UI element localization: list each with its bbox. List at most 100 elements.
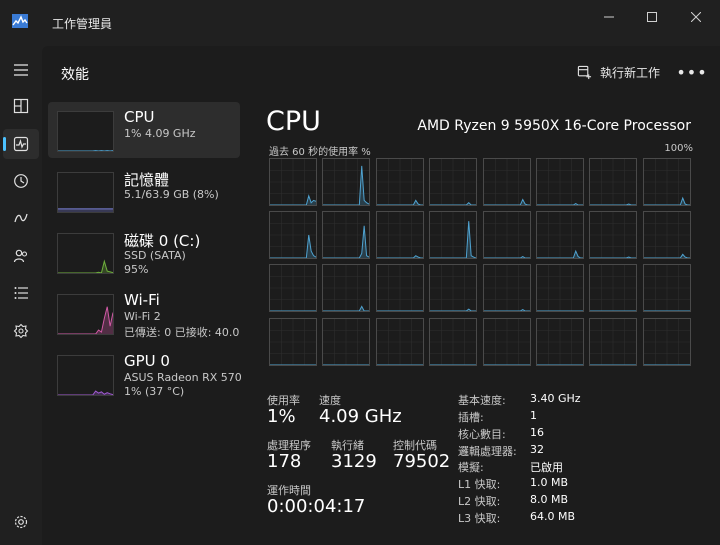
utilization-value: 1% [267, 406, 296, 427]
logical-processor-graph [269, 211, 317, 260]
logical-processor-graph [642, 158, 691, 206]
core-usage-chart [483, 265, 530, 312]
core-usage-chart [590, 265, 637, 312]
cpu-model-name: AMD Ryzen 9 5950X 16-Core Processor [417, 118, 691, 134]
core-usage-chart [430, 265, 477, 312]
resource-thumbnail-cpu [57, 111, 114, 152]
logical-processor-graph [375, 264, 424, 313]
logical-processor-graphs [269, 158, 695, 368]
resource-name: 磁碟 0 (C:) [124, 232, 201, 250]
core-usage-chart [270, 265, 316, 312]
close-icon[interactable] [674, 6, 718, 28]
resource-detail: ASUS Radeon RX 570 ... [124, 371, 242, 384]
resource-name: CPU [124, 108, 155, 126]
core-usage-chart [376, 159, 423, 205]
logical-processor-graph [322, 317, 371, 366]
graph-max-label: 100% [664, 143, 693, 154]
uptime-value: 0:00:04:17 [267, 496, 366, 517]
resource-item-cpu[interactable]: CPU 1% 4.09 GHz [48, 102, 240, 158]
logical-processors-value: 32 [530, 443, 544, 456]
speed-value: 4.09 GHz [319, 406, 402, 427]
processes-icon[interactable] [3, 91, 39, 121]
core-usage-chart [537, 318, 583, 365]
startup-icon[interactable] [3, 203, 39, 233]
core-usage-chart [323, 159, 370, 205]
cores-value: 16 [530, 426, 544, 439]
logical-processors-key: 邏輯處理器: [458, 445, 517, 458]
logical-processor-graph [375, 158, 424, 206]
core-usage-chart [643, 212, 690, 259]
core-usage-chart [430, 212, 477, 259]
usage-line [58, 390, 113, 395]
core-usage-chart [376, 212, 423, 259]
logical-processor-graph [269, 317, 317, 366]
logical-processor-graph [589, 211, 638, 260]
resource-detail-2: 1% (37 °C) [124, 385, 185, 398]
logical-processor-graph [482, 264, 531, 313]
logical-processor-graph [642, 317, 691, 366]
sockets-key: 插槽: [458, 411, 484, 424]
base-speed-value: 3.40 GHz [530, 392, 581, 405]
logical-processor-graph [536, 264, 584, 313]
title-bar: 工作管理員 [0, 0, 720, 46]
resource-item-disk[interactable]: 磁碟 0 (C:) SSD (SATA) 95% [48, 224, 240, 280]
settings-icon[interactable] [3, 507, 39, 537]
core-usage-chart [537, 265, 583, 312]
logical-processor-graph [375, 211, 424, 260]
core-usage-chart [483, 212, 530, 259]
logical-processor-graph [482, 317, 531, 366]
resource-name: GPU 0 [124, 352, 170, 370]
performance-icon[interactable] [3, 129, 39, 159]
app-history-icon[interactable] [3, 166, 39, 196]
handles-value: 79502 [393, 451, 451, 472]
logical-processor-graph [589, 264, 638, 313]
minimize-icon[interactable] [587, 6, 631, 28]
cpu-heading: CPU [266, 106, 321, 137]
core-usage-chart [376, 265, 423, 312]
more-options-button[interactable]: ••• [676, 61, 706, 83]
logical-processor-graph [429, 158, 478, 206]
logical-processor-graph [429, 264, 478, 313]
core-usage-chart [590, 318, 637, 365]
resource-item-gpu[interactable]: GPU 0 ASUS Radeon RX 570 ... 1% (37 °C) [48, 346, 242, 402]
core-usage-chart [643, 159, 690, 205]
core-usage-chart [483, 159, 530, 205]
threads-value: 3129 [331, 451, 377, 472]
core-usage-chart [323, 265, 370, 312]
users-icon[interactable] [3, 241, 39, 271]
l2-cache-key: L2 快取: [458, 495, 501, 508]
maximize-icon[interactable] [630, 6, 674, 28]
l1-cache-value: 1.0 MB [530, 476, 569, 489]
resource-item-memory[interactable]: 記憶體 5.1/63.9 GB (8%) [48, 163, 240, 219]
resource-detail-2: 已傳送: 0 已接收: 40.0 K [124, 326, 242, 339]
resource-detail: 5.1/63.9 GB (8%) [124, 188, 219, 201]
logical-processor-graph [269, 158, 317, 206]
page-title: 效能 [61, 67, 89, 83]
core-usage-chart [590, 159, 637, 205]
resource-thumbnail-memory [57, 172, 114, 213]
core-usage-chart [270, 159, 316, 205]
resource-item-wifi[interactable]: Wi-Fi Wi-Fi 2 已傳送: 0 已接收: 40.0 K [48, 285, 242, 341]
core-usage-chart [643, 318, 690, 365]
logical-processor-graph [536, 317, 584, 366]
run-new-task-button[interactable]: 執行新工作 [577, 61, 660, 83]
resource-thumbnail-disk [57, 233, 114, 274]
details-icon[interactable] [3, 278, 39, 308]
core-usage-chart [643, 265, 690, 312]
logical-processor-graph [322, 264, 371, 313]
core-usage-chart [537, 159, 583, 205]
hamburger-icon[interactable] [3, 55, 39, 85]
services-icon[interactable] [3, 316, 39, 346]
logical-processor-graph [322, 211, 371, 260]
core-usage-chart [590, 212, 637, 259]
core-usage-chart [430, 318, 477, 365]
performance-page: 效能 執行新工作 ••• CPU 1% 4.09 GHz 記憶體 5.1/63.… [42, 46, 720, 545]
resource-detail: 1% 4.09 GHz [124, 127, 196, 140]
l2-cache-value: 8.0 MB [530, 493, 569, 506]
core-usage-chart [376, 318, 423, 365]
l3-cache-key: L3 快取: [458, 512, 501, 525]
logical-processor-graph [269, 264, 317, 313]
logical-processor-graph [642, 264, 691, 313]
resource-name: 記憶體 [124, 171, 170, 189]
core-usage-chart [270, 212, 316, 259]
